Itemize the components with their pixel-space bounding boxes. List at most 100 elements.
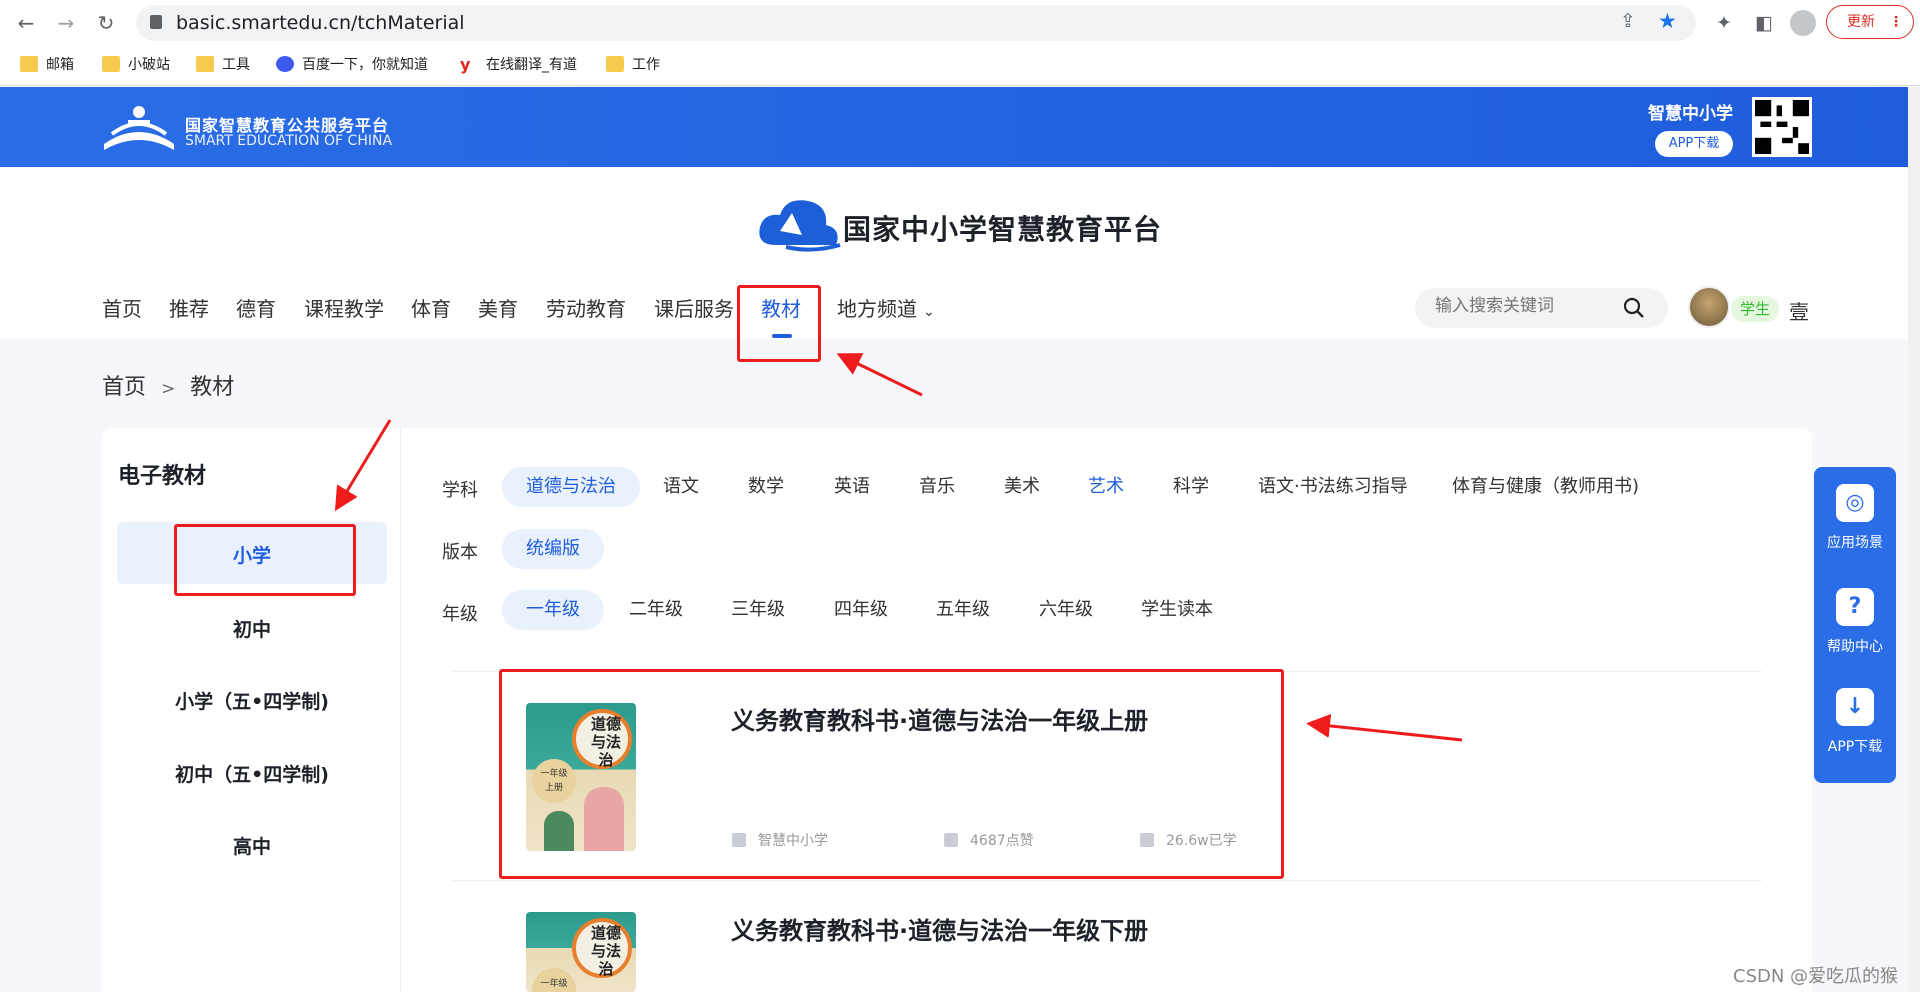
share-icon[interactable]: ⇪ <box>1620 10 1636 32</box>
search-box[interactable] <box>1415 288 1668 328</box>
breadcrumb-home[interactable]: 首页 <box>102 375 146 400</box>
float-label: 帮助中心 <box>1827 639 1883 655</box>
sidebar-item-senior[interactable]: 高中 <box>117 832 387 859</box>
nav-arts[interactable]: 美育 <box>478 293 518 322</box>
nav-sports[interactable]: 体育 <box>411 293 451 322</box>
bookmark-label: 工具 <box>222 57 250 73</box>
chevron-down-icon: ⌄ <box>923 304 935 320</box>
extensions-icon[interactable]: ✦ <box>1712 11 1736 35</box>
smart-education-logo-icon[interactable] <box>100 100 178 154</box>
subject-chip-pe-health[interactable]: 体育与健康（教师用书) <box>1428 467 1663 507</box>
nav-local[interactable]: 地方频道 ⌄ <box>837 293 935 322</box>
bookmark-label: 邮箱 <box>46 57 74 73</box>
youdao-icon: y <box>460 55 471 74</box>
app-download-icon: ↓ <box>1836 688 1874 726</box>
update-button[interactable]: 更新 ⋮ <box>1826 5 1914 39</box>
subject-chip-art[interactable]: 艺术 <box>1064 467 1148 507</box>
nav-moral[interactable]: 德育 <box>236 293 276 322</box>
subject-chip-science[interactable]: 科学 <box>1149 467 1233 507</box>
app-scenario-icon: ◎ <box>1836 484 1874 522</box>
nav-courses[interactable]: 课程教学 <box>304 293 384 322</box>
back-icon[interactable]: ← <box>14 11 38 35</box>
sidebar-item-primary-54[interactable]: 小学（五•四学制) <box>117 687 387 714</box>
float-item-scenarios[interactable]: ◎ 应用场景 <box>1814 484 1896 552</box>
grade-chip-3[interactable]: 三年级 <box>707 590 809 630</box>
float-item-help[interactable]: ? 帮助中心 <box>1814 588 1896 656</box>
sidepanel-icon[interactable]: ◧ <box>1752 11 1776 35</box>
book-cover[interactable]: 道德与法治 一年级 <box>526 912 636 992</box>
grade-chip-6[interactable]: 六年级 <box>1015 590 1117 630</box>
bookmark-tools[interactable]: 工具 <box>196 54 250 76</box>
bookmark-mail[interactable]: 邮箱 <box>20 54 74 76</box>
search-input[interactable] <box>1435 296 1625 316</box>
edition-chip-tongbian[interactable]: 统编版 <box>502 529 604 569</box>
qr-code-icon <box>1752 97 1812 157</box>
folder-icon <box>102 56 120 72</box>
platform-name: 国家中小学智慧教育平台 <box>843 213 1163 246</box>
page-scrollbar[interactable] <box>1908 87 1920 992</box>
subject-chip-english[interactable]: 英语 <box>810 467 894 507</box>
folder-icon <box>196 56 214 72</box>
breadcrumb-separator: > <box>161 379 176 399</box>
grade-chip-1[interactable]: 一年级 <box>502 590 604 630</box>
user-role-badge: 学生 <box>1731 296 1779 322</box>
search-icon[interactable] <box>1623 297 1645 319</box>
subject-chip-chinese[interactable]: 语文 <box>639 467 723 507</box>
update-label: 更新 <box>1847 14 1875 30</box>
url-text[interactable]: basic.smartedu.cn/tchMaterial <box>176 12 465 34</box>
watermark: CSDN @爱吃瓜的猴 <box>1733 966 1899 987</box>
subject-chip-math[interactable]: 数学 <box>724 467 808 507</box>
annotation-box-nav <box>737 285 821 362</box>
grade-chip-5[interactable]: 五年级 <box>912 590 1014 630</box>
nav-home[interactable]: 首页 <box>102 293 142 322</box>
book-cover-title: 道德与法治 <box>590 924 621 978</box>
logo-subtitle: SMART EDUCATION OF CHINA <box>185 133 393 149</box>
edition-label: 版本 <box>442 542 478 563</box>
book-cover-grade: 一年级 <box>532 968 576 992</box>
bookmark-baidu[interactable]: 百度一下，你就知道 <box>276 54 428 76</box>
address-bar[interactable]: basic.smartedu.cn/tchMaterial ⇪ ★ <box>136 5 1696 41</box>
bookmark-youdao[interactable]: y 在线翻译_有道 <box>460 54 577 76</box>
forward-icon[interactable]: → <box>54 11 78 35</box>
reload-icon[interactable]: ↻ <box>94 11 118 35</box>
grade-chip-2[interactable]: 二年级 <box>605 590 707 630</box>
platform-logo-icon[interactable] <box>756 195 844 255</box>
lock-icon <box>150 15 162 29</box>
breadcrumb: 首页 > 教材 <box>102 369 234 401</box>
annotation-box-book <box>499 669 1284 879</box>
sidebar-item-junior-54[interactable]: 初中（五•四学制) <box>117 760 387 787</box>
bookmark-label: 小破站 <box>128 57 170 73</box>
grade-chip-4[interactable]: 四年级 <box>810 590 912 630</box>
menu-dots-icon: ⋮ <box>1889 14 1903 30</box>
browser-toolbar: ← → ↻ basic.smartedu.cn/tchMaterial ⇪ ★ … <box>0 0 1920 46</box>
breadcrumb-current: 教材 <box>190 375 235 400</box>
subject-chip-music[interactable]: 音乐 <box>895 467 979 507</box>
profile-avatar-icon[interactable] <box>1790 10 1816 36</box>
nav-after-school[interactable]: 课后服务 <box>654 293 734 322</box>
user-name[interactable]: 壹 <box>1789 296 1809 325</box>
subject-chip-calligraphy[interactable]: 语文·书法练习指导 <box>1234 467 1432 507</box>
bookmarks-bar: 邮箱 小破站 工具 百度一下，你就知道 y 在线翻译_有道 工作 <box>0 50 1920 80</box>
bookmark-bilibili[interactable]: 小破站 <box>102 54 170 76</box>
bookmark-star-icon[interactable]: ★ <box>1658 9 1677 33</box>
book-title[interactable]: 义务教育教科书·道德与法治一年级下册 <box>731 911 1148 946</box>
nav-recommend[interactable]: 推荐 <box>169 293 209 322</box>
folder-icon <box>20 56 38 72</box>
app-download-button[interactable]: APP下载 <box>1655 131 1733 157</box>
sidebar-divider <box>400 428 401 992</box>
app-title: 智慧中小学 <box>1648 104 1733 124</box>
annotation-box-sidebar <box>174 524 356 596</box>
subject-chip-fine-arts[interactable]: 美术 <box>980 467 1064 507</box>
grade-chip-reader[interactable]: 学生读本 <box>1117 590 1237 630</box>
float-item-app-download[interactable]: ↓ APP下载 <box>1814 688 1896 756</box>
nav-local-label: 地方频道 <box>837 297 917 321</box>
bookmark-work[interactable]: 工作 <box>606 54 660 76</box>
subject-chip-moral-law[interactable]: 道德与法治 <box>502 467 640 507</box>
float-label: APP下载 <box>1827 739 1883 755</box>
sidebar-item-junior[interactable]: 初中 <box>117 615 387 642</box>
baidu-icon <box>276 56 294 72</box>
avatar[interactable] <box>1688 286 1730 328</box>
bookmark-label: 工作 <box>632 57 660 73</box>
nav-labor[interactable]: 劳动教育 <box>546 293 626 322</box>
help-icon: ? <box>1836 588 1874 626</box>
